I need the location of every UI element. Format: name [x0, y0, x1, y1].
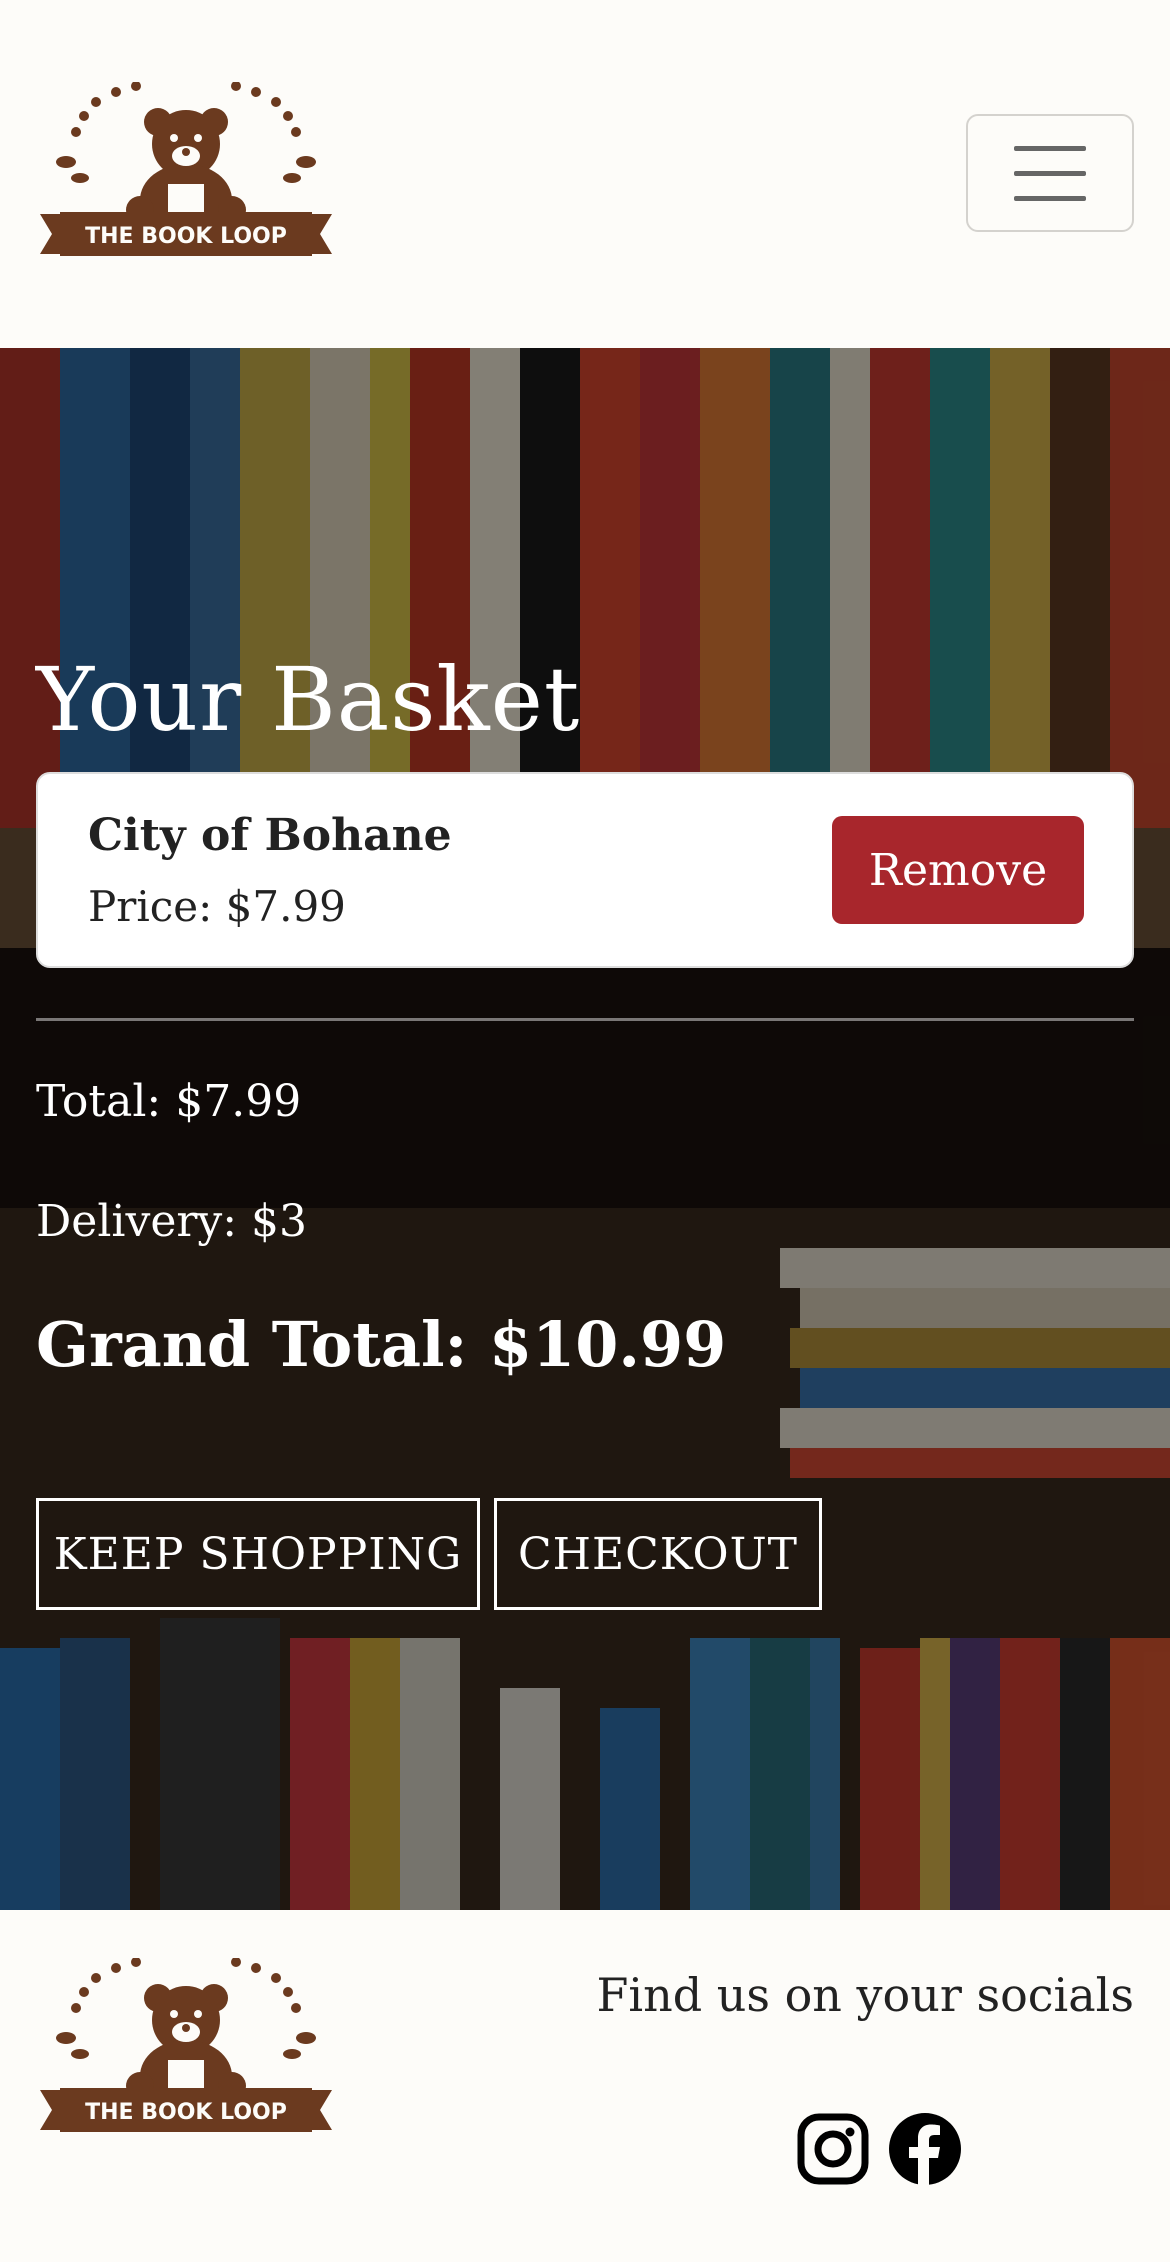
keep-shopping-button[interactable]: KEEP SHOPPING: [36, 1498, 480, 1610]
footer-logo-text: THE BOOK LOOP: [85, 2100, 287, 2125]
divider: [36, 1018, 1134, 1021]
hamburger-line: [1014, 195, 1086, 201]
brand-logo[interactable]: THE BOOK LOOP: [36, 81, 336, 262]
facebook-icon[interactable]: [888, 2112, 962, 2186]
menu-toggle-button[interactable]: [966, 114, 1134, 232]
hamburger-line: [1014, 170, 1086, 176]
basket-item-title: City of Bohane: [88, 810, 452, 861]
basket-item-card: City of Bohane Price: $7.99 Remove: [36, 772, 1134, 968]
hamburger-menu-icon: [1014, 145, 1086, 151]
socials-heading: Find us on your socials: [596, 1968, 1134, 2022]
checkout-button[interactable]: CHECKOUT: [494, 1498, 822, 1610]
remove-item-button[interactable]: Remove: [832, 816, 1084, 924]
hero-overlay: [0, 348, 1170, 1910]
delivery-text: Delivery: $3: [36, 1196, 308, 1247]
total-text: Total: $7.99: [36, 1076, 302, 1127]
basket-item-price: Price: $7.99: [88, 882, 346, 931]
page-title: Your Basket: [36, 648, 581, 751]
instagram-icon[interactable]: [796, 2112, 870, 2186]
footer-brand-logo[interactable]: THE BOOK LOOP: [36, 1957, 336, 2138]
grand-total-text: Grand Total: $10.99: [36, 1308, 727, 1381]
brand-logo-text: THE BOOK LOOP: [85, 224, 287, 249]
basket-section: Your Basket City of Bohane Price: $7.99 …: [0, 348, 1170, 1910]
site-header: THE BOOK LOOP: [0, 0, 1170, 348]
site-footer: THE BOOK LOOP Find us on your socials: [0, 1910, 1170, 2262]
